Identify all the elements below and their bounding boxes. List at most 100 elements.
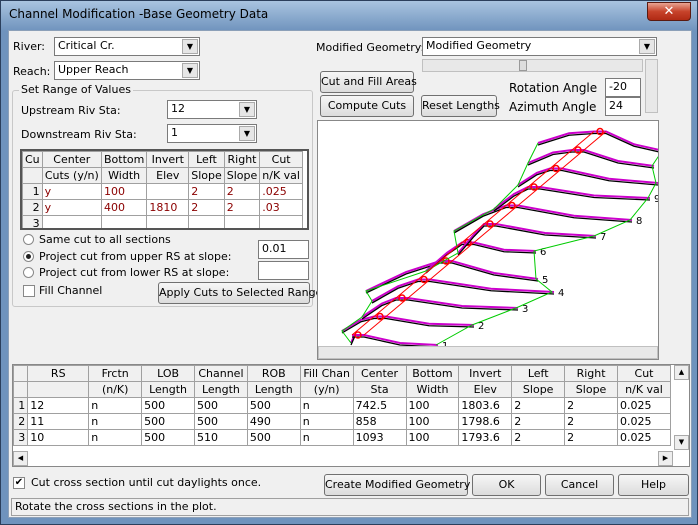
table-cell[interactable] xyxy=(146,215,190,228)
table-cell[interactable]: 2 xyxy=(223,199,261,216)
table-cell[interactable] xyxy=(188,215,225,228)
table-cell[interactable]: 2 xyxy=(223,183,261,200)
create-modified-geometry-button[interactable]: Create Modified Geometry xyxy=(324,474,470,496)
table-cell[interactable]: 1093 xyxy=(352,429,407,446)
cut-table[interactable]: Cu Center Bottom Invert Left Right Cut Cuts (y/… xyxy=(20,149,309,230)
table-cell[interactable]: 500 xyxy=(141,413,195,430)
table-cell[interactable]: 490 xyxy=(246,413,301,430)
table-cell[interactable]: 1793.6 xyxy=(458,429,513,446)
table-cell[interactable]: n xyxy=(88,429,143,446)
scroll-left-icon[interactable]: ◀ xyxy=(13,451,28,466)
modified-geometry-select[interactable]: Modified Geometry ▼ xyxy=(422,37,657,56)
geometry-plot[interactable]: 123456789101112 xyxy=(317,120,681,360)
table-cell[interactable] xyxy=(259,215,303,228)
chevron-down-icon[interactable]: ▼ xyxy=(182,63,198,78)
ok-button[interactable]: OK xyxy=(472,474,541,496)
table-cell[interactable]: 10 xyxy=(27,429,90,446)
table-row[interactable]: 1 y 100 2 2.025 xyxy=(22,183,303,200)
geometry-scrollbar[interactable] xyxy=(422,59,643,72)
table-cell[interactable] xyxy=(41,215,102,228)
table-cell[interactable]: 12 xyxy=(27,397,90,414)
table-cell[interactable]: 2 xyxy=(188,183,225,200)
chevron-down-icon[interactable]: ▼ xyxy=(639,39,655,54)
upstream-select[interactable]: 12 ▼ xyxy=(167,100,257,119)
table-cell[interactable]: y xyxy=(41,199,102,216)
table-cell[interactable]: n xyxy=(299,429,354,446)
rotation-angle-input[interactable]: -20 xyxy=(605,78,641,97)
scroll-down-icon[interactable]: ▼ xyxy=(674,435,689,450)
table-cell[interactable]: 500 xyxy=(246,429,301,446)
table-row[interactable]: 1 12 n 500 500 500 n 742.5 100 1803.6 2 2 0.025 xyxy=(13,397,671,414)
chevron-down-icon[interactable]: ▼ xyxy=(239,126,255,141)
table-cell[interactable]: 742.5 xyxy=(352,397,407,414)
table-cell[interactable]: n xyxy=(88,397,143,414)
scroll-right-icon[interactable]: ▶ xyxy=(658,451,673,466)
table-cell[interactable]: .03 xyxy=(259,199,303,216)
project-lower-radio[interactable] xyxy=(23,267,34,278)
downstream-select[interactable]: 1 ▼ xyxy=(167,124,257,143)
table-cell[interactable]: 100 xyxy=(405,429,460,446)
table-cell[interactable]: 500 xyxy=(141,397,195,414)
table-cell[interactable]: 510 xyxy=(194,429,248,446)
table-cell[interactable]: 2 xyxy=(511,429,566,446)
table-cell[interactable]: 2 xyxy=(564,429,618,446)
same-cut-radio[interactable] xyxy=(23,234,34,245)
table-cell[interactable]: .025 xyxy=(259,183,303,200)
table-cell[interactable]: 100 xyxy=(100,183,148,200)
project-upper-radio[interactable] xyxy=(23,251,34,262)
table-cell[interactable]: 11 xyxy=(27,413,90,430)
table-row[interactable]: 3 xyxy=(22,215,303,228)
table-cell[interactable]: 2 xyxy=(511,413,566,430)
table-cell[interactable]: 500 xyxy=(141,429,195,446)
table-cell[interactable]: 0.025 xyxy=(617,429,671,446)
table-cell[interactable]: 0.025 xyxy=(617,397,671,414)
river-label: River: xyxy=(13,40,46,53)
scroll-up-icon[interactable]: ▲ xyxy=(674,365,689,380)
chevron-down-icon[interactable]: ▼ xyxy=(182,39,198,54)
table-cell[interactable]: 500 xyxy=(194,413,248,430)
table-cell[interactable] xyxy=(223,215,261,228)
lower-slope-input[interactable] xyxy=(258,261,309,280)
table-cell[interactable]: 2 xyxy=(564,397,618,414)
table-cell[interactable]: n xyxy=(299,413,354,430)
table-cell[interactable]: 100 xyxy=(405,397,460,414)
chevron-down-icon[interactable]: ▼ xyxy=(239,102,255,117)
table-cell[interactable]: 2 xyxy=(188,199,225,216)
table-cell[interactable]: 1798.6 xyxy=(458,413,513,430)
table-cell[interactable]: 1810 xyxy=(146,199,190,216)
daylight-checkbox[interactable]: ✔ xyxy=(13,477,25,489)
reach-select[interactable]: Upper Reach ▼ xyxy=(54,61,200,80)
table-cell[interactable]: 0.025 xyxy=(617,413,671,430)
river-select[interactable]: Critical Cr. ▼ xyxy=(54,37,200,56)
table-row[interactable]: 2 y 400 1810 2 2.03 xyxy=(22,199,303,216)
table-cell[interactable]: 500 xyxy=(194,397,248,414)
cancel-button[interactable]: Cancel xyxy=(545,474,614,496)
table-cell[interactable] xyxy=(100,215,148,228)
angle-scrollbar[interactable] xyxy=(645,59,658,113)
table-cell[interactable]: n xyxy=(299,397,354,414)
geometry-table[interactable]: RS Frctn LOB Channel ROB Fill Chan Center Botto… xyxy=(12,364,690,467)
table-row[interactable]: 2 11 n 500 500 490 n 858 100 1798.6 2 2 0.025 xyxy=(13,413,671,430)
reset-lengths-button[interactable]: Reset Lengths xyxy=(421,95,500,117)
cut-fill-areas-button[interactable]: Cut and Fill Areas xyxy=(320,71,417,93)
table-cell[interactable]: n xyxy=(88,413,143,430)
compute-cuts-button[interactable]: Compute Cuts xyxy=(320,95,414,117)
close-button[interactable]: ✕ xyxy=(647,2,691,21)
help-button[interactable]: Help xyxy=(618,474,689,496)
azimuth-angle-input[interactable]: 24 xyxy=(605,97,641,116)
table-cell[interactable] xyxy=(146,183,190,200)
table-cell[interactable]: y xyxy=(41,183,102,200)
table-cell[interactable]: 500 xyxy=(246,397,301,414)
table-cell[interactable]: 2 xyxy=(564,413,618,430)
upper-slope-input[interactable]: 0.01 xyxy=(258,240,309,259)
table-cell[interactable]: 2 xyxy=(511,397,566,414)
table-cell[interactable]: 858 xyxy=(352,413,407,430)
scrollbar-thumb[interactable] xyxy=(519,60,527,71)
table-cell[interactable]: 100 xyxy=(405,413,460,430)
plot-h-scrollbar[interactable] xyxy=(318,346,658,359)
table-cell[interactable]: 1803.6 xyxy=(458,397,513,414)
table-row[interactable]: 3 10 n 500 510 500 n 1093 100 1793.6 2 2 0.025 xyxy=(13,429,671,446)
table-cell[interactable]: 400 xyxy=(100,199,148,216)
apply-cuts-button[interactable]: Apply Cuts to Selected Range xyxy=(158,282,322,304)
fill-channel-checkbox[interactable] xyxy=(23,285,35,297)
